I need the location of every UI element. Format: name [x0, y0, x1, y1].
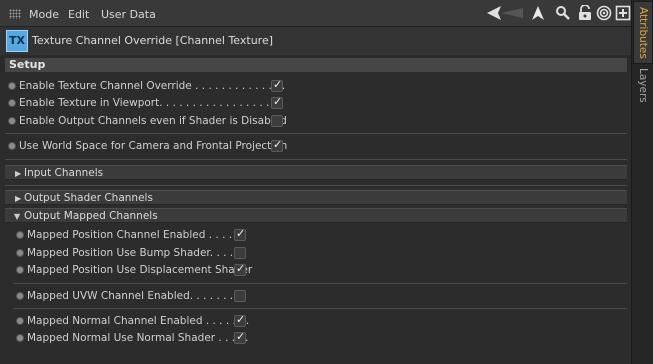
tab-layers[interactable]: Layers: [633, 64, 653, 106]
group-input-channels[interactable]: ▶ Input Channels: [5, 165, 627, 180]
row-mapped-normal-shader: Mapped Normal Use Normal Shader . . . . …: [16, 330, 256, 346]
keyframe-dot[interactable]: [8, 142, 16, 150]
collapse-down-icon: ▼: [14, 212, 21, 221]
menu-mode[interactable]: Mode: [29, 8, 59, 21]
lock-icon[interactable]: [577, 5, 593, 21]
row-mapped-uvw-enabled: Mapped UVW Channel Enabled. . . . . . . …: [16, 288, 256, 304]
row-world-space: Use World Space for Camera and Frontal P…: [8, 138, 288, 154]
divider: [13, 308, 627, 309]
divider: [13, 283, 627, 284]
keyframe-dot[interactable]: [16, 249, 24, 257]
label-mapped-normal-shader: Mapped Normal Use Normal Shader . . . . …: [27, 332, 249, 344]
keyframe-dot[interactable]: [8, 117, 16, 125]
group-label: Output Mapped Channels: [24, 210, 158, 222]
row-enable-output-disabled: Enable Output Channels even if Shader is…: [8, 113, 288, 129]
label-mapped-position-bump: Mapped Position Use Bump Shader. . . . .…: [27, 247, 247, 259]
checkbox-enable-viewport[interactable]: [271, 95, 283, 109]
label-mapped-position-displacement: Mapped Position Use Displacement Shader: [27, 264, 253, 276]
side-tab-strip: Attributes Layers: [631, 0, 653, 364]
grip-handle[interactable]: [9, 9, 21, 19]
checkbox-mapped-normal-shader[interactable]: [234, 330, 246, 344]
group-label: Input Channels: [24, 167, 104, 179]
keyframe-dot[interactable]: [16, 231, 24, 239]
checkbox-mapped-position-bump[interactable]: [234, 247, 246, 259]
keyframe-dot[interactable]: [16, 317, 24, 325]
keyframe-dot[interactable]: [16, 266, 24, 274]
new-panel-icon[interactable]: [615, 5, 631, 21]
checkbox-mapped-uvw-enabled[interactable]: [234, 290, 246, 302]
expand-right-icon: ▶: [15, 194, 22, 203]
tab-attributes[interactable]: Attributes: [633, 1, 653, 64]
expand-right-icon: ▶: [15, 169, 22, 178]
menu-user-data[interactable]: User Data: [101, 8, 156, 21]
menu-edit[interactable]: Edit: [68, 8, 89, 21]
label-mapped-position-enabled: Mapped Position Channel Enabled . . . . …: [27, 229, 246, 241]
row-mapped-position-bump: Mapped Position Use Bump Shader. . . . .…: [16, 245, 256, 261]
keyframe-dot[interactable]: [8, 82, 16, 90]
keyframe-dot[interactable]: [8, 99, 16, 107]
search-icon[interactable]: [555, 5, 571, 21]
row-enable-override: Enable Texture Channel Override . . . . …: [8, 78, 288, 94]
back-arrow-icon[interactable]: [487, 5, 525, 21]
group-output-mapped-channels[interactable]: ▼ Output Mapped Channels: [5, 208, 627, 223]
object-title: Texture Channel Override [Channel Textur…: [32, 34, 274, 47]
row-mapped-normal-enabled: Mapped Normal Channel Enabled . . . . . …: [16, 313, 256, 329]
menubar: Mode Edit User Data: [0, 0, 631, 27]
section-setup-header: Setup: [5, 58, 627, 72]
group-label: Output Shader Channels: [24, 192, 153, 204]
label-mapped-normal-enabled: Mapped Normal Channel Enabled . . . . . …: [27, 315, 250, 327]
keyframe-dot[interactable]: [16, 292, 24, 300]
label-enable-output-disabled: Enable Output Channels even if Shader is…: [19, 115, 287, 127]
checkbox-mapped-position-displacement[interactable]: [234, 262, 246, 276]
checkbox-mapped-normal-enabled[interactable]: [234, 313, 246, 327]
row-mapped-position-displacement: Mapped Position Use Displacement Shader: [16, 262, 256, 278]
divider: [5, 185, 627, 186]
up-arrow-icon[interactable]: [530, 5, 546, 21]
checkbox-mapped-position-enabled[interactable]: [234, 227, 246, 241]
label-world-space: Use World Space for Camera and Frontal P…: [19, 140, 288, 152]
texture-tag-icon: TX: [6, 30, 28, 52]
checkbox-enable-override[interactable]: [271, 78, 283, 92]
row-mapped-position-enabled: Mapped Position Channel Enabled . . . . …: [16, 227, 256, 243]
row-enable-viewport: Enable Texture in Viewport. . . . . . . …: [8, 95, 288, 111]
keyframe-dot[interactable]: [16, 334, 24, 342]
checkbox-enable-output-disabled[interactable]: [271, 115, 283, 127]
target-icon[interactable]: [596, 5, 612, 21]
checkbox-world-space[interactable]: [271, 138, 283, 152]
group-output-shader-channels[interactable]: ▶ Output Shader Channels: [5, 190, 627, 205]
divider: [5, 159, 627, 160]
label-enable-viewport: Enable Texture in Viewport. . . . . . . …: [19, 97, 277, 109]
label-enable-override: Enable Texture Channel Override . . . . …: [19, 80, 286, 92]
label-mapped-uvw-enabled: Mapped UVW Channel Enabled. . . . . . . …: [27, 290, 247, 302]
divider: [5, 133, 627, 134]
